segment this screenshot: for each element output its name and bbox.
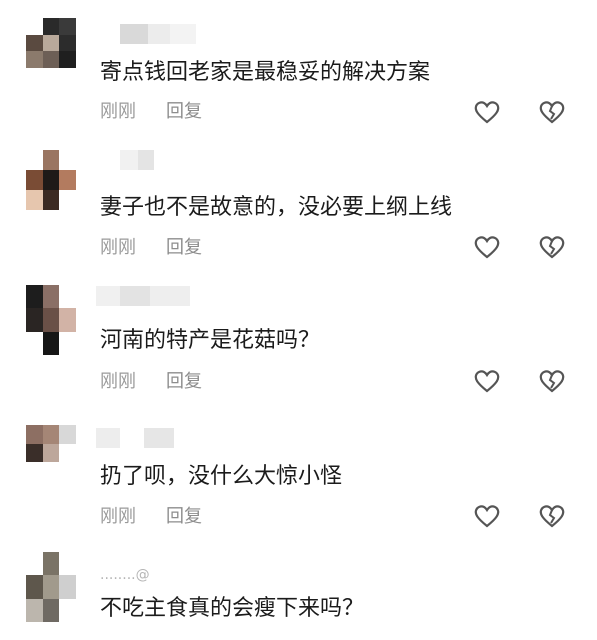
username-blurred[interactable] bbox=[96, 428, 174, 448]
heart-outline-icon[interactable] bbox=[473, 234, 501, 260]
heart-outline-icon[interactable] bbox=[473, 368, 501, 394]
reply-button[interactable]: 回复 bbox=[166, 237, 202, 258]
comment-meta: 刚刚 回复 bbox=[100, 505, 202, 529]
avatar[interactable] bbox=[26, 18, 76, 68]
comment-meta: 刚刚 回复 bbox=[100, 370, 202, 394]
heart-outline-icon[interactable] bbox=[473, 503, 501, 529]
comment-text: 河南的特产是花菇吗？ bbox=[100, 328, 321, 353]
broken-heart-icon[interactable] bbox=[538, 234, 566, 260]
avatar[interactable] bbox=[26, 425, 76, 481]
broken-heart-icon[interactable] bbox=[538, 503, 566, 529]
avatar[interactable] bbox=[26, 285, 76, 355]
heart-outline-icon[interactable] bbox=[473, 99, 501, 125]
comment-meta: 刚刚 回复 bbox=[100, 236, 202, 260]
comment-meta: 刚刚 回复 bbox=[100, 100, 202, 124]
reply-button[interactable]: 回复 bbox=[166, 506, 202, 527]
avatar[interactable] bbox=[26, 552, 76, 622]
comment-text: 寄点钱回老家是最稳妥的解决方案 bbox=[100, 60, 431, 85]
reply-button[interactable]: 回复 bbox=[166, 371, 202, 392]
username-blurred[interactable] bbox=[120, 150, 154, 170]
broken-heart-icon[interactable] bbox=[538, 368, 566, 394]
reply-button[interactable]: 回复 bbox=[166, 101, 202, 122]
timestamp: 刚刚 bbox=[100, 506, 136, 527]
comment-text: 妻子也不是故意的，没必要上纲上线 bbox=[100, 195, 453, 220]
username-blurred[interactable] bbox=[96, 286, 190, 306]
broken-heart-icon[interactable] bbox=[538, 99, 566, 125]
avatar[interactable] bbox=[26, 150, 76, 210]
username-blurred[interactable] bbox=[120, 24, 196, 44]
timestamp: 刚刚 bbox=[100, 237, 136, 258]
timestamp: 刚刚 bbox=[100, 371, 136, 392]
username[interactable]: ........@ bbox=[100, 566, 150, 584]
timestamp: 刚刚 bbox=[100, 101, 136, 122]
comment-text: 不吃主食真的会瘦下来吗？ bbox=[100, 596, 365, 621]
comment-text: 扔了呗，没什么大惊小怪 bbox=[100, 464, 343, 489]
